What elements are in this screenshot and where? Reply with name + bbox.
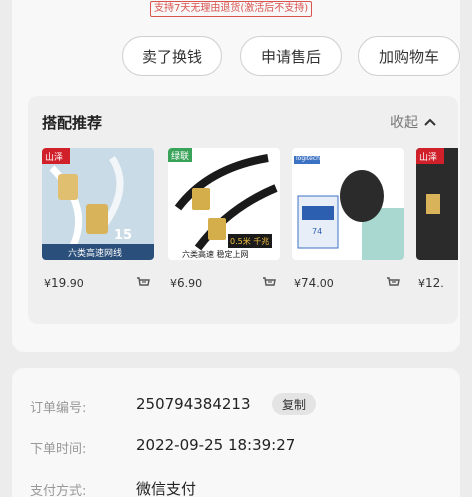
product-caption: 六类高速 稳定上网 — [182, 250, 249, 259]
order-number-value: 250794384213 — [136, 395, 251, 413]
after-sales-button[interactable]: 申请售后 — [240, 36, 342, 76]
collapse-label: 收起 — [390, 115, 418, 131]
product-price: ¥6.90 — [170, 276, 203, 290]
cart-icon[interactable] — [386, 276, 400, 290]
copy-button[interactable]: 复制 — [272, 393, 316, 415]
product-tag: 74 — [312, 227, 323, 236]
product-image[interactable] — [292, 148, 404, 260]
product-caption: 六类高速网线 — [68, 249, 123, 259]
product-tag: 0.5米 千兆 — [230, 237, 270, 246]
cart-icon[interactable] — [262, 276, 276, 290]
product-tag: 15 — [114, 228, 133, 243]
add-to-cart-button[interactable]: 加购物车 — [358, 36, 460, 76]
payment-method-label: 支付方式: — [30, 484, 87, 497]
product-image[interactable] — [42, 148, 154, 260]
order-time-value: 2022-09-25 18:39:27 — [136, 436, 296, 454]
cart-icon[interactable] — [136, 276, 150, 290]
order-info-card — [12, 368, 460, 497]
product-price: ¥19.90 — [44, 276, 84, 290]
recommendation-title: 搭配推荐 — [42, 114, 103, 132]
product-card[interactable]: 山泽 15 六类高速网线 ¥19.90 — [42, 148, 154, 308]
chevron-up-icon — [424, 118, 436, 126]
product-card[interactable]: 绿联 0.5米 千兆 六类高速 稳定上网 ¥6.90 — [168, 148, 280, 308]
product-brand: 绿联 — [171, 152, 190, 162]
recommendation-panel: 搭配推荐 收起 山泽 15 六类高速网线 ¥19.90 绿联 0.5米 千兆 六… — [28, 96, 458, 324]
return-policy-notice: 支持7天无理由退货(激活后不支持) — [150, 1, 313, 17]
product-price: ¥74.00 — [294, 276, 334, 290]
product-image[interactable] — [416, 148, 458, 260]
product-card[interactable]: 山泽 ¥12. — [416, 148, 458, 308]
order-time-label: 下单时间: — [30, 442, 87, 457]
product-price: ¥12. — [418, 276, 444, 290]
product-brand: 山泽 — [419, 153, 438, 163]
sell-button[interactable]: 卖了换钱 — [122, 36, 222, 76]
product-brand: logitech — [296, 155, 320, 162]
payment-method-value: 微信支付 — [136, 480, 197, 497]
collapse-toggle[interactable]: 收起 — [390, 112, 436, 132]
order-number-label: 订单编号: — [30, 401, 87, 416]
product-card[interactable]: logitech 74 ¥74.00 — [292, 148, 404, 308]
product-brand: 山泽 — [45, 153, 64, 163]
